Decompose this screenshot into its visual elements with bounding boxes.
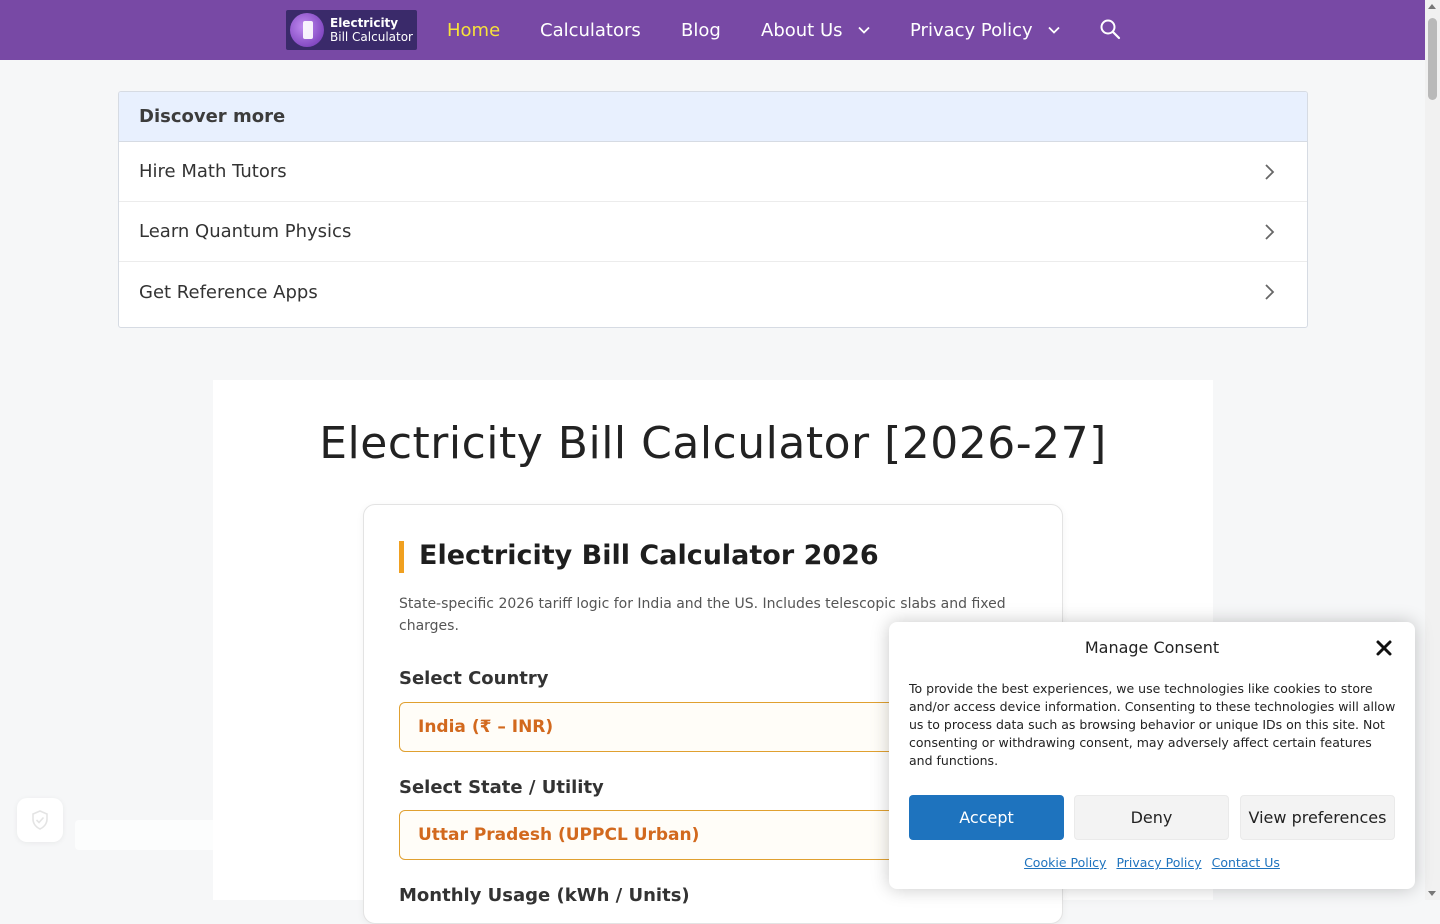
cookie-policy-link[interactable]: Cookie Policy	[1024, 855, 1106, 870]
discover-item-label: Get Reference Apps	[139, 281, 318, 303]
logo-line-2: Bill Calculator	[330, 30, 413, 44]
scroll-up-arrow-icon[interactable]	[1428, 4, 1436, 9]
consent-text: To provide the best experiences, we use …	[909, 681, 1396, 768]
chevron-right-icon	[1265, 284, 1275, 300]
calculator-title: Electricity Bill Calculator 2026	[399, 541, 879, 573]
site-logo[interactable]: Electricity Bill Calculator	[286, 10, 417, 50]
page-title: Electricity Bill Calculator [2026-27]	[319, 418, 1107, 469]
chevron-right-icon	[1265, 163, 1275, 180]
consent-toggle-shadow	[75, 820, 345, 850]
nav-home[interactable]: Home	[447, 0, 500, 60]
nav-blog[interactable]: Blog	[681, 0, 721, 60]
consent-title: Manage Consent	[1084, 638, 1220, 657]
discover-item[interactable]: Learn Quantum Physics	[119, 202, 1307, 262]
shield-check-icon	[32, 810, 48, 830]
monthly-usage-label: Monthly Usage (kWh / Units)	[399, 885, 690, 906]
nav-blog-label: Blog	[681, 19, 721, 41]
consent-toggle-button[interactable]	[17, 798, 63, 842]
country-select-value: India (₹ – INR)	[418, 717, 554, 737]
nav-about-us[interactable]: About Us	[761, 0, 871, 60]
discover-item-label: Hire Math Tutors	[139, 161, 287, 182]
chevron-right-icon	[1265, 223, 1275, 240]
discover-more-panel: Discover more Hire Math Tutors Learn Qua…	[118, 91, 1308, 328]
state-utility-select-value: Uttar Pradesh (UPPCL Urban)	[418, 825, 700, 845]
logo-text: Electricity Bill Calculator	[330, 16, 413, 44]
country-label: Select Country	[399, 668, 549, 689]
discover-more-heading: Discover more	[119, 92, 1307, 142]
scrollbar-thumb[interactable]	[1428, 18, 1437, 100]
scroll-down-arrow-icon[interactable]	[1428, 891, 1436, 896]
search-icon[interactable]	[1099, 18, 1121, 40]
consent-dialog: Manage Consent To provide the best exper…	[889, 622, 1415, 889]
discover-item[interactable]: Get Reference Apps	[119, 262, 1307, 322]
lightning-calculator-icon	[290, 13, 324, 47]
nav-home-label: Home	[447, 19, 501, 41]
deny-button[interactable]: Deny	[1074, 795, 1229, 840]
contact-us-link[interactable]: Contact Us	[1212, 855, 1280, 870]
nav-privacy-policy[interactable]: Privacy Policy	[910, 0, 1061, 60]
close-icon[interactable]	[1375, 639, 1393, 657]
view-preferences-button[interactable]: View preferences	[1240, 795, 1395, 840]
privacy-policy-link[interactable]: Privacy Policy	[1116, 855, 1201, 870]
page-scrollbar[interactable]	[1425, 0, 1440, 900]
discover-item-label: Learn Quantum Physics	[139, 221, 352, 242]
state-utility-label: Select State / Utility	[399, 777, 604, 798]
accept-button[interactable]: Accept	[909, 795, 1064, 840]
logo-line-1: Electricity	[330, 16, 399, 30]
site-header: Electricity Bill Calculator Home Calcula…	[0, 0, 1425, 60]
chevron-down-icon	[1048, 26, 1060, 34]
nav-about-us-label: About Us	[761, 19, 843, 41]
chevron-down-icon	[857, 26, 870, 34]
nav-calculators[interactable]: Calculators	[540, 0, 641, 60]
nav-calculators-label: Calculators	[540, 19, 641, 41]
consent-links: Cookie Policy Privacy Policy Contact Us	[889, 855, 1415, 870]
discover-item[interactable]: Hire Math Tutors	[119, 142, 1307, 202]
nav-privacy-policy-label: Privacy Policy	[910, 19, 1033, 41]
